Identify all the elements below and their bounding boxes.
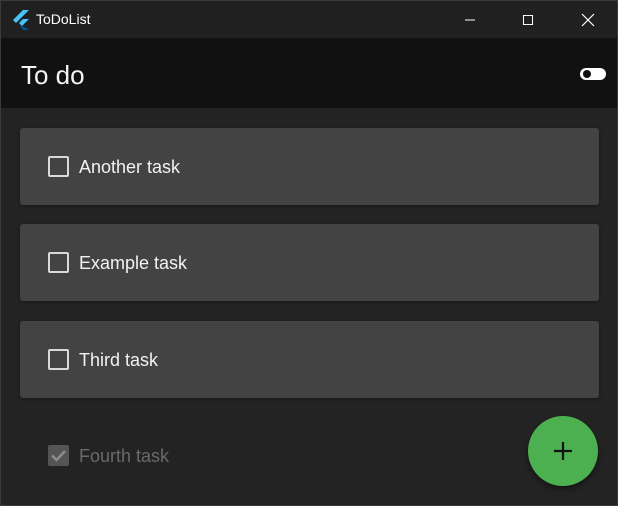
app-bar: To do bbox=[1, 38, 617, 108]
plus-icon bbox=[554, 442, 572, 460]
title-bar[interactable]: ToDoList bbox=[1, 1, 617, 38]
flutter-logo-icon bbox=[13, 10, 29, 30]
task-item[interactable]: Another task bbox=[20, 128, 599, 205]
page-title: To do bbox=[21, 60, 85, 90]
app-window: ToDoList To do Another task Example task… bbox=[0, 0, 618, 506]
task-item[interactable]: Example task bbox=[20, 224, 599, 301]
minimize-button[interactable] bbox=[441, 1, 499, 38]
task-label: Another task bbox=[79, 157, 181, 177]
task-label: Fourth task bbox=[79, 446, 170, 466]
task-checkbox[interactable] bbox=[48, 156, 69, 177]
task-label: Third task bbox=[79, 350, 159, 370]
task-item-completed[interactable]: Fourth task bbox=[20, 417, 520, 494]
checkmark-icon bbox=[51, 450, 66, 462]
close-button[interactable] bbox=[559, 1, 617, 38]
task-checkbox[interactable] bbox=[48, 252, 69, 273]
task-checkbox[interactable] bbox=[48, 349, 69, 370]
toggle-icon bbox=[583, 70, 591, 78]
task-label: Example task bbox=[79, 253, 188, 273]
add-task-button[interactable] bbox=[528, 416, 598, 486]
task-item[interactable]: Third task bbox=[20, 321, 599, 398]
maximize-icon bbox=[523, 14, 533, 25]
task-checkbox-checked[interactable] bbox=[48, 445, 69, 466]
close-icon bbox=[581, 13, 595, 26]
window-title: ToDoList bbox=[36, 11, 91, 27]
minimize-icon bbox=[465, 19, 475, 20]
maximize-button[interactable] bbox=[499, 1, 557, 38]
theme-toggle[interactable] bbox=[580, 68, 606, 80]
